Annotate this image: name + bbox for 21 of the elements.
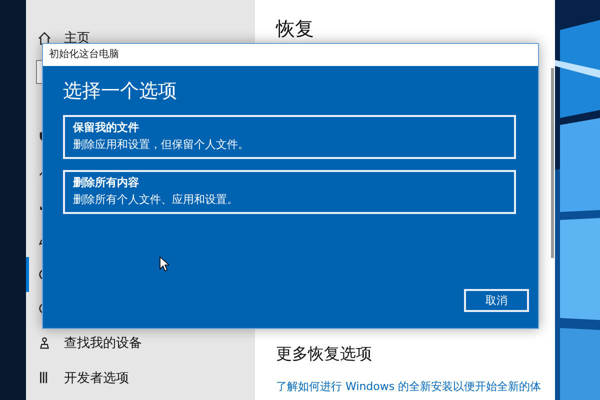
option-button[interactable]: 删除所有内容 删除所有个人文件、应用和设置。 (63, 170, 516, 214)
sidebar-item[interactable]: 开发者选项 (64, 368, 129, 387)
sidebar-item[interactable]: 查找我的设备 (64, 334, 142, 352)
link[interactable]: 了解如何进行 Windows 的全新安装以便开始全新的体 (276, 379, 551, 394)
option-description: 删除应用和设置，但保留个人文件。 (73, 137, 250, 152)
scrollbar[interactable] (551, 68, 554, 258)
option-title: 保留我的文件 (73, 120, 140, 135)
cancel-button[interactable]: 取消 (464, 289, 529, 312)
sidebar-item[interactable]: 主页 (64, 29, 90, 47)
option-title: 删除所有内容 (73, 175, 140, 190)
nav-icon[interactable] (37, 336, 52, 351)
nav-row[interactable]: 开发者选项 (26, 360, 255, 395)
dialog-heading: 选择一个选项 (63, 79, 178, 104)
cursor-icon (159, 256, 169, 272)
dialog-title: 初始化这台电脑 (43, 44, 538, 66)
section-title: 更多恢复选项 (276, 344, 373, 365)
page-title: 恢复 (276, 17, 315, 41)
option-button[interactable]: 保留我的文件 删除应用和设置，但保留个人文件。 (63, 115, 516, 159)
home-icon (37, 30, 52, 46)
nav-row[interactable]: 查找我的设备 (26, 326, 255, 360)
option-description: 删除所有个人文件、应用和设置。 (73, 192, 239, 207)
